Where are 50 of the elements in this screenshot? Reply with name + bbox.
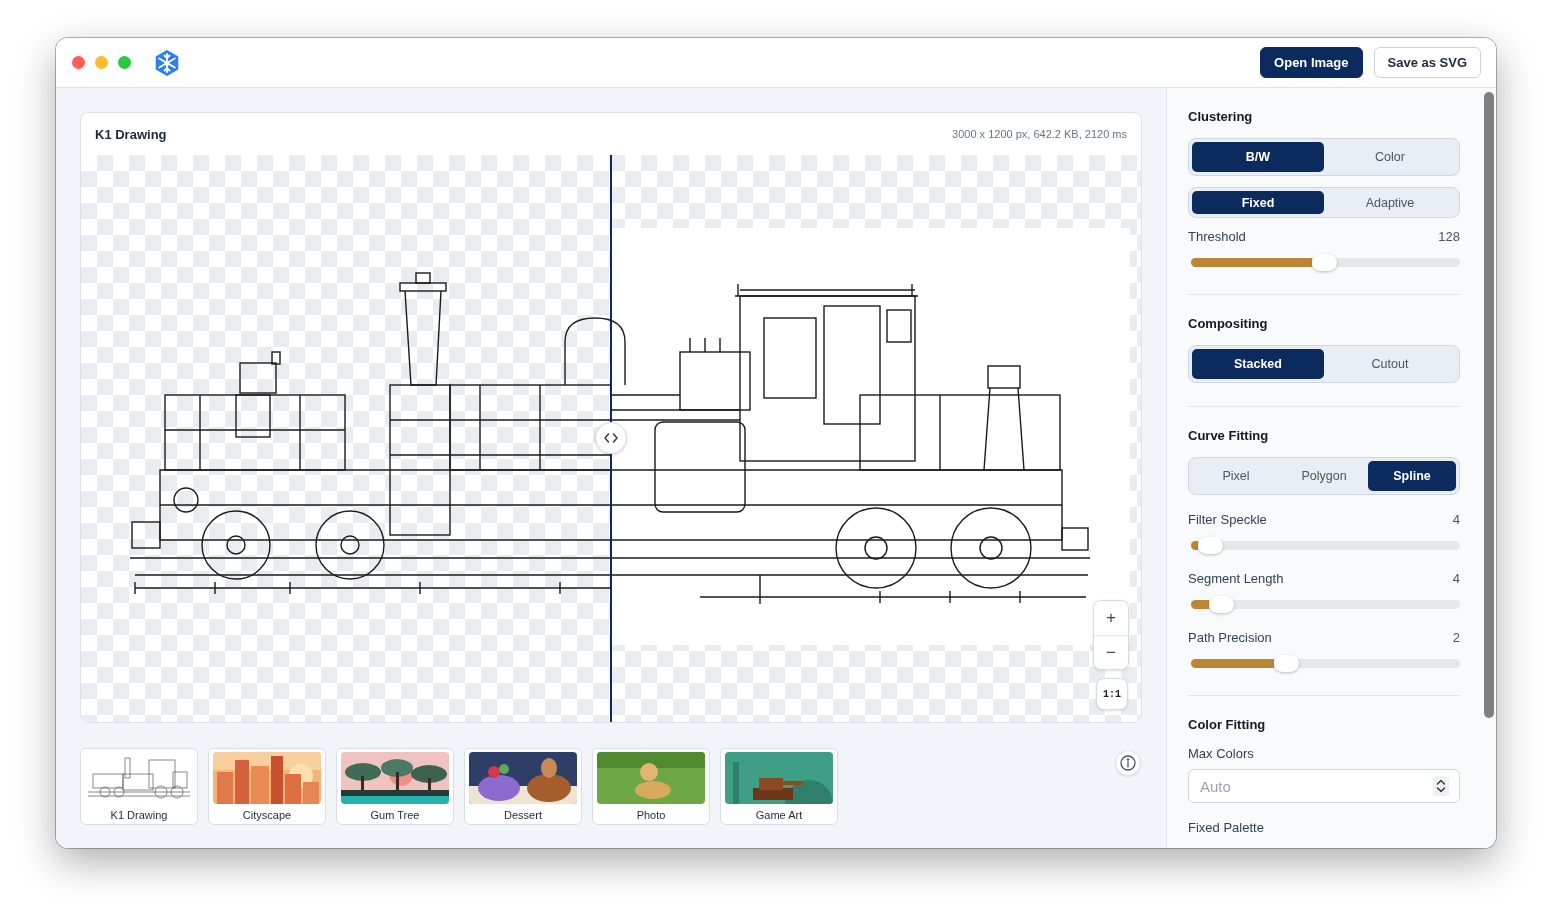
section-title: Clustering (1188, 109, 1254, 125)
segment-option[interactable]: Stacked (1192, 349, 1324, 379)
sample-button[interactable]: Cityscape (208, 748, 326, 825)
slider-thumb[interactable] (1273, 655, 1299, 672)
slider-thumb[interactable] (1312, 254, 1337, 271)
slider-label: Threshold (1188, 229, 1246, 245)
slider-thumb[interactable] (1197, 537, 1223, 554)
zoom-in-button[interactable]: + (1094, 601, 1128, 635)
segment-option[interactable]: Polygon (1280, 461, 1368, 491)
sample-button[interactable]: Dessert (464, 748, 582, 825)
slider-value: 2 (1452, 630, 1460, 646)
preview-title: K1 Drawing (95, 126, 167, 142)
segment-option[interactable]: Spline (1368, 461, 1456, 491)
window-close-button[interactable] (72, 56, 85, 69)
field-label: Max Colors (1188, 746, 1255, 762)
window-minimize-button[interactable] (95, 56, 108, 69)
segment-option[interactable]: Pixel (1192, 461, 1280, 491)
toolbar-button[interactable]: Save as SVG (1373, 47, 1481, 78)
segment-option[interactable]: B/W (1192, 142, 1324, 172)
slider-label: Filter Speckle (1188, 512, 1267, 528)
slider-label: Path Precision (1188, 630, 1272, 646)
segment-option[interactable]: Fixed (1192, 191, 1324, 214)
slider-thumb[interactable] (1208, 596, 1234, 613)
slider-value: 4 (1452, 571, 1460, 587)
sample-button[interactable]: Game Art (720, 748, 838, 825)
sample-button[interactable]: K1 Drawing (80, 748, 198, 825)
compare-handle[interactable] (595, 422, 627, 454)
section-title: Compositing (1188, 316, 1269, 332)
up-down-chevron-icon (1433, 776, 1449, 796)
hexagon-logo-icon (153, 48, 181, 77)
segment-option[interactable]: Color (1324, 142, 1456, 172)
field-label: Fixed Palette (1188, 820, 1265, 836)
actual-size-button[interactable]: 1:1 (1096, 678, 1128, 710)
section-title: Curve Fitting (1188, 428, 1270, 444)
info-button[interactable] (1115, 750, 1141, 776)
scrollbar-thumb[interactable] (1484, 92, 1494, 718)
sample-button[interactable]: Photo (592, 748, 710, 825)
toolbar-button[interactable]: Open Image (1260, 47, 1363, 78)
window-zoom-button[interactable] (118, 56, 131, 69)
segment-option[interactable]: Cutout (1324, 349, 1456, 379)
slider-value: 128 (1438, 229, 1460, 245)
zoom-out-button[interactable]: − (1094, 635, 1128, 669)
section-title: Color Fitting (1188, 717, 1267, 733)
info-icon (1120, 755, 1136, 771)
slider-value: 4 (1452, 512, 1460, 528)
left-right-chevrons-icon (604, 433, 618, 443)
image-info-text: 3000 x 1200 px, 642.2 KB, 2120 ms (952, 128, 1127, 140)
slider-label: Segment Length (1188, 571, 1284, 587)
sample-button[interactable]: Gum Tree (336, 748, 454, 825)
segment-option[interactable]: Adaptive (1324, 191, 1456, 214)
